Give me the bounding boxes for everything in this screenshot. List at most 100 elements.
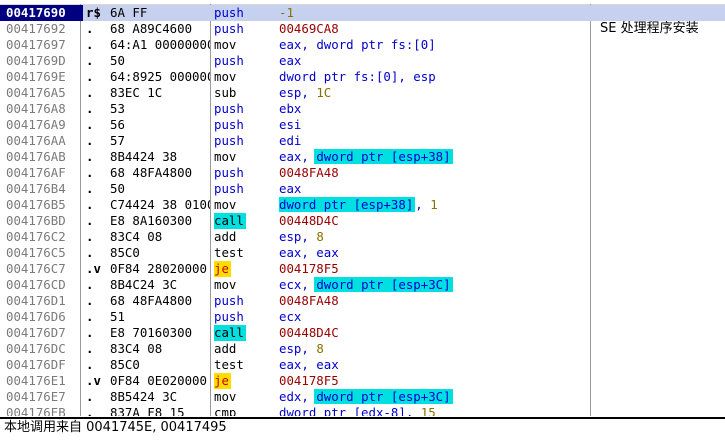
operand-token: 0048FA48 [279, 293, 339, 308]
instruction-row[interactable]: 004176D1. 68 48FA4800 push 0048FA48 [0, 293, 725, 309]
mnemonic-cell: push [214, 53, 244, 68]
mnemonic-cell: mov [214, 277, 237, 292]
branch-marker: . [86, 85, 94, 100]
mnemonic-cell: mov [214, 37, 237, 52]
instruction-row[interactable]: 004176E7. 8B5424 3C mov edx, dword ptr [esp… [0, 389, 725, 405]
address-cell: 00417690 [0, 5, 83, 21]
operand-token: dword ptr fs:[0] [316, 37, 436, 52]
instruction-row[interactable]: 004176C5. 85C0 test eax, eax [0, 245, 725, 261]
branch-marker: . [86, 245, 94, 260]
instruction-row[interactable]: 004176C2. 83C4 08 add esp, 8 [0, 229, 725, 245]
hex-bytes-cell: 85C0 [110, 357, 140, 372]
operand-token: -1 [279, 5, 294, 20]
operand-token: eax, eax [279, 357, 339, 372]
operands-cell: ecx [279, 309, 579, 325]
instruction-row[interactable]: 004176D6. 51 push ecx [0, 309, 725, 325]
comment-cell [600, 5, 725, 21]
operand-token: esi [279, 117, 302, 132]
operand-token: eax, eax [279, 245, 339, 260]
operands-cell: 004178F5 [279, 373, 579, 389]
disassembly-pane[interactable]: 00417690 r$ 6A FF push -1 00417692. 68 A89C460… [0, 4, 725, 416]
instruction-row[interactable]: 004176E1 .v 0F84 0E020000 je 004178F5 [0, 373, 725, 389]
operands-cell: ecx, dword ptr [esp+3C] [279, 277, 579, 293]
comment-cell [600, 405, 725, 416]
operand-token: esp, [279, 229, 317, 244]
operand-token: esp, [279, 341, 317, 356]
hex-bytes-cell: 64:A1 00000000 [110, 37, 210, 52]
operands-cell: dword ptr [esp+38], 1 [279, 197, 579, 213]
instruction-row[interactable]: 004176BD. E8 8A160300 call 00448D4C [0, 213, 725, 229]
operand-token: eax [279, 181, 302, 196]
instruction-row[interactable]: 00417697. 64:A1 00000000 mov eax, dword ptr… [0, 37, 725, 53]
branch-marker: . [86, 197, 94, 212]
operand-token: dword ptr [edx-8], [279, 405, 421, 416]
operand-token: 0048FA48 [279, 165, 339, 180]
instruction-row[interactable]: 004176EB. 837A F8 15 cmp dword ptr [edx-8],… [0, 405, 725, 416]
hex-bytes-cell: 8B4424 38 [110, 149, 178, 164]
mnemonic-cell: push [214, 101, 244, 116]
hex-bytes-cell: 8B5424 3C [110, 389, 178, 404]
mnemonic-cell: cmp [214, 405, 237, 416]
address-cell: 004176D6 [6, 309, 66, 324]
comment-cell [600, 53, 725, 69]
branch-marker: . [86, 293, 94, 308]
operands-cell: 00469CA8 [279, 21, 579, 37]
hex-bytes-cell: 68 A89C4600 [110, 21, 193, 36]
instruction-row[interactable]: 004176B4. 50 push eax [0, 181, 725, 197]
address-cell: 004176DC [6, 341, 66, 356]
instruction-row[interactable]: 004176AB. 8B4424 38 mov eax, dword ptr [esp… [0, 149, 725, 165]
selected-instruction-row[interactable]: 00417690 r$ 6A FF push -1 [0, 5, 725, 21]
instruction-row[interactable]: 00417692. 68 A89C4600 push 00469CA8 SE 处理程序安… [0, 21, 725, 37]
instruction-row[interactable]: 004176AA. 57 push edi [0, 133, 725, 149]
operands-cell: -1 [279, 5, 579, 21]
instruction-row[interactable]: 004176D7. E8 70160300 call 00448D4C [0, 325, 725, 341]
comment-cell [600, 357, 725, 373]
hex-bytes-cell: 64:8925 00000000 [110, 69, 210, 84]
instruction-row[interactable]: 004176CD. 8B4C24 3C mov ecx, dword ptr [esp… [0, 277, 725, 293]
address-cell: 004176D7 [6, 325, 66, 340]
comment-cell [600, 181, 725, 197]
hex-bytes-cell: 50 [110, 53, 125, 68]
instruction-row[interactable]: 004176B5. C74424 38 01000000 mov dword ptr … [0, 197, 725, 213]
instruction-row[interactable]: 004176C7 .v 0F84 28020000 je 004178F5 [0, 261, 725, 277]
operands-cell: esp, 1C [279, 85, 579, 101]
mnemonic-cell: push [214, 293, 244, 308]
instruction-row[interactable]: 004176A8. 53 push ebx [0, 101, 725, 117]
comment-cell [600, 165, 725, 181]
branch-marker: . [86, 277, 94, 292]
branch-marker: .v [86, 373, 101, 388]
operand-token: dword ptr fs:[0], esp [279, 69, 436, 84]
operands-cell: 00448D4C [279, 213, 579, 229]
branch-marker: . [86, 37, 94, 52]
address-cell: 004176A9 [6, 117, 66, 132]
status-text: 本地调用来自 0041745E, 00417495 [4, 420, 227, 435]
operands-cell: 004178F5 [279, 261, 579, 277]
operands-cell: ebx [279, 101, 579, 117]
instruction-row[interactable]: 0041769D. 50 push eax [0, 53, 725, 69]
branch-marker: . [86, 149, 94, 164]
address-cell: 00417692 [6, 21, 66, 36]
operand-token: 1 [430, 197, 438, 212]
instruction-row[interactable]: 004176A9. 56 push esi [0, 117, 725, 133]
branch-marker: . [86, 165, 94, 180]
instruction-row[interactable]: 004176AF. 68 48FA4800 push 0048FA48 [0, 165, 725, 181]
operand-token: ecx [279, 309, 302, 324]
mnemonic-cell: mov [214, 197, 237, 212]
comment-cell [600, 261, 725, 277]
instruction-row[interactable]: 004176DC. 83C4 08 add esp, 8 [0, 341, 725, 357]
operand-token: edi [279, 133, 302, 148]
comment-cell [600, 373, 725, 389]
hex-bytes-cell: 51 [110, 309, 125, 324]
mnemonic-cell: push [214, 165, 244, 180]
instruction-row[interactable]: 004176DF. 85C0 test eax, eax [0, 357, 725, 373]
instruction-row[interactable]: 004176A5. 83EC 1C sub esp, 1C [0, 85, 725, 101]
comment-cell [600, 133, 725, 149]
branch-marker: . [86, 101, 94, 116]
address-cell: 00417697 [6, 37, 66, 52]
address-cell: 004176E1 [6, 373, 66, 388]
operand-token: 00448D4C [279, 213, 339, 228]
address-cell: 004176D1 [6, 293, 66, 308]
instruction-row[interactable]: 0041769E. 64:8925 00000000 mov dword ptr fs… [0, 69, 725, 85]
mnemonic-cell: sub [214, 85, 237, 100]
hex-bytes-cell: 53 [110, 101, 125, 116]
